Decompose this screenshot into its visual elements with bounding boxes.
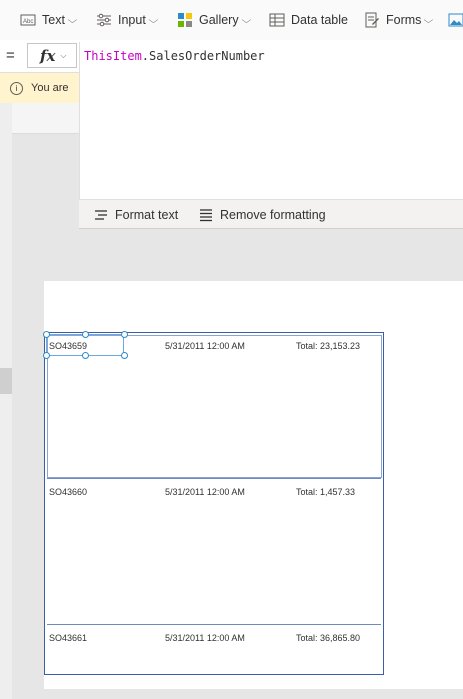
remove-formatting-label: Remove formatting — [220, 208, 326, 222]
formula-code[interactable]: ThisItem.SalesOrderNumber — [84, 49, 265, 63]
resize-handle[interactable] — [121, 352, 128, 359]
media-menu-button[interactable] — [448, 11, 463, 29]
svg-text:Abc: Abc — [23, 19, 33, 25]
input-menu-label: Input — [118, 13, 146, 27]
fx-icon: fx — [40, 46, 56, 65]
forms-menu-label: Forms — [386, 13, 422, 27]
resize-handle[interactable] — [121, 331, 128, 338]
insert-ribbon-toolbar: Abc Text ⌵ Input ⌵ Gallery ⌵ Data table … — [0, 0, 463, 41]
input-menu-button[interactable]: Input ⌵ — [96, 11, 159, 29]
row-divider — [47, 478, 381, 479]
info-text: You are — [31, 82, 69, 94]
format-text-icon — [93, 207, 109, 223]
order-total-label: Total: 23,153.23 — [296, 341, 361, 351]
formula-editor-footer: Format text Remove formatting — [79, 199, 463, 229]
formula-property: .SalesOrderNumber — [141, 49, 265, 63]
equals-sign: = — [6, 47, 15, 64]
data-table-label: Data table — [291, 13, 348, 27]
gallery-icon — [177, 12, 193, 28]
chevron-down-icon: ⌵ — [60, 50, 67, 60]
chevron-down-icon: ⌵ — [424, 14, 434, 25]
order-total-label: Total: 1,457.33 — [296, 487, 356, 497]
forms-icon — [364, 12, 380, 28]
gallery-selected-row[interactable] — [47, 335, 382, 478]
order-number-label: SO43660 — [49, 487, 88, 497]
format-text-button[interactable]: Format text — [93, 207, 178, 223]
text-label-icon: Abc — [20, 12, 36, 28]
formula-editor[interactable]: ThisItem.SalesOrderNumber — [79, 42, 463, 199]
data-table-icon — [269, 12, 285, 28]
function-selector[interactable]: fx ⌵ — [27, 43, 77, 68]
resize-handle[interactable] — [82, 331, 89, 338]
chevron-down-icon: ⌵ — [241, 14, 251, 25]
input-sliders-icon — [96, 12, 112, 28]
order-date-label: 5/31/2011 12:00 AM — [165, 633, 245, 643]
resize-handle[interactable] — [43, 331, 50, 338]
chevron-down-icon: ⌵ — [148, 14, 159, 25]
formula-keyword: ThisItem — [84, 49, 142, 63]
media-image-icon — [448, 12, 463, 28]
left-pane-tab[interactable] — [0, 368, 12, 394]
data-table-button[interactable]: Data table — [269, 11, 348, 29]
info-icon: i — [10, 81, 23, 95]
order-date-label: 5/31/2011 12:00 AM — [165, 487, 245, 497]
text-menu-label: Text — [42, 13, 65, 27]
forms-menu-button[interactable]: Forms ⌵ — [364, 11, 434, 29]
order-number-label: SO43661 — [49, 633, 88, 643]
order-total-label: Total: 36,865.80 — [296, 633, 361, 643]
resize-handle[interactable] — [82, 352, 89, 359]
sales-order-gallery[interactable]: SO43659 5/31/2011 12:00 AM Total: 23,153… — [44, 332, 384, 675]
remove-formatting-icon — [198, 207, 214, 223]
chevron-down-icon: ⌵ — [67, 14, 78, 25]
order-date-label: 5/31/2011 12:00 AM — [165, 341, 245, 351]
left-pane — [0, 103, 12, 699]
text-menu-button[interactable]: Abc Text ⌵ — [20, 11, 78, 29]
format-text-label: Format text — [115, 208, 179, 222]
gallery-menu-label: Gallery — [199, 13, 239, 27]
remove-formatting-button[interactable]: Remove formatting — [198, 207, 326, 223]
info-bar: i You are — [0, 73, 79, 103]
row-divider — [47, 624, 381, 625]
resize-handle[interactable] — [43, 352, 50, 359]
gallery-menu-button[interactable]: Gallery ⌵ — [177, 11, 251, 29]
